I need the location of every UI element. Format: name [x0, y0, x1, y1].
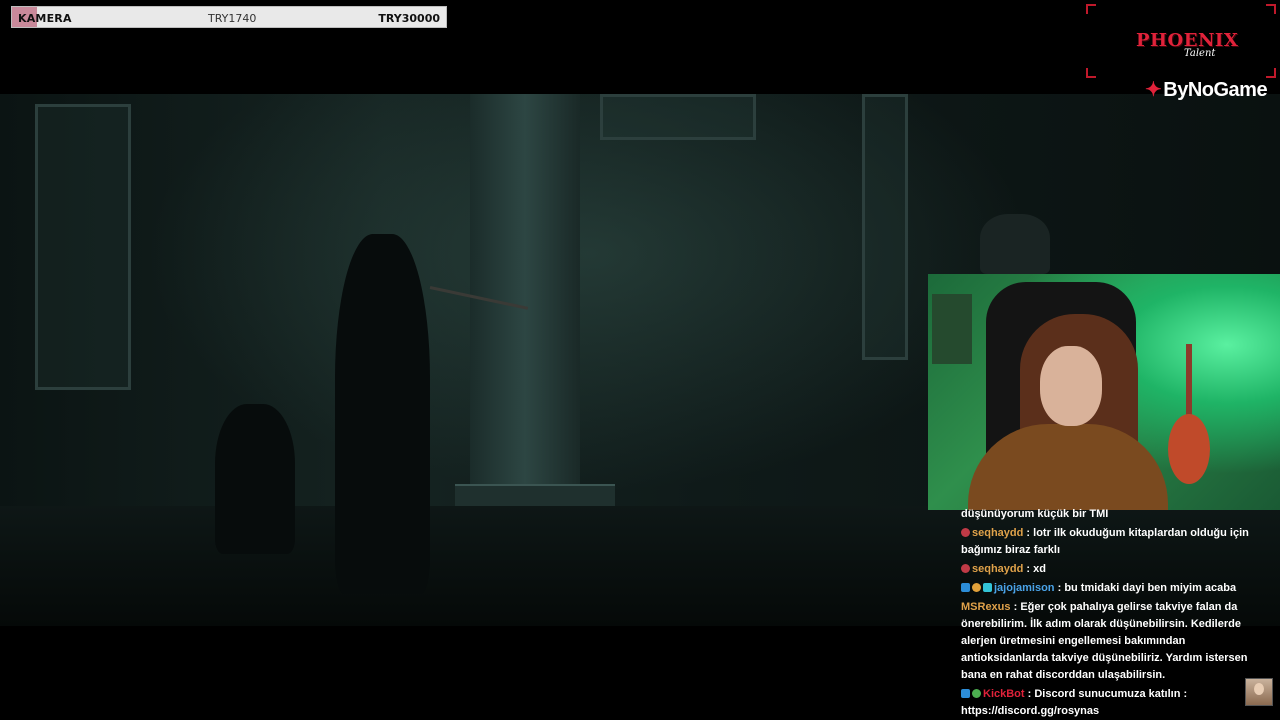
scene-figure-background: [980, 214, 1050, 274]
chat-message-list: seqhaydd : lotr ilk okuduğum kitaplardan…: [956, 524, 1276, 720]
scene-window-left: [35, 104, 131, 390]
chat-badge-icon: [961, 689, 970, 698]
phoenix-logo-subtext: Talent: [1184, 48, 1216, 59]
chat-badge-icon: [961, 528, 970, 537]
scene-figure-kneeling: [215, 404, 295, 554]
chat-badge-icon: [961, 583, 970, 592]
frame-corner: [1266, 68, 1276, 78]
chat-separator: :: [1024, 688, 1035, 700]
chat-username[interactable]: jajojamison: [994, 582, 1055, 594]
guitar-body: [1168, 414, 1210, 484]
bynogame-logo-text: ByNoGame: [1163, 79, 1268, 101]
goal-current-amount: TRY1740: [208, 12, 257, 25]
chat-overlay: düşünüyorum küçük bir TMI seqhaydd : lot…: [956, 505, 1276, 720]
donation-goal-bar: KAMERA TRY1740 TRY30000: [11, 6, 447, 28]
chat-message-text: bu tmidaki dayi ben miyim acaba: [1064, 582, 1237, 594]
frame-corner: [1086, 4, 1096, 14]
chat-message: KickBot : Discord sunucumuza katılın : h…: [956, 685, 1276, 720]
chat-separator: :: [1054, 582, 1065, 594]
webcam-shelf: [932, 294, 972, 364]
chat-message: jajojamison : bu tmidaki dayi ben miyim …: [956, 579, 1276, 598]
chat-separator: :: [1010, 601, 1021, 613]
chat-badge-icon: [983, 583, 992, 592]
chat-username[interactable]: seqhaydd: [972, 527, 1023, 539]
avatar: [1245, 678, 1273, 706]
chat-partial-line: düşünüyorum küçük bir TMI: [961, 508, 1109, 520]
scene-pillar: [470, 94, 580, 494]
chat-separator: :: [1023, 563, 1034, 575]
avatar-head: [1254, 683, 1264, 695]
scene-figure-standing: [335, 234, 430, 594]
chat-username[interactable]: MSRexus: [961, 601, 1011, 613]
guitar-neck: [1186, 344, 1192, 424]
phoenix-talent-logo: PHOENIX Talent: [1086, 4, 1276, 78]
scene-window-right: [862, 94, 908, 360]
chat-message-text: Eğer çok pahalıya gelirse takviye falan …: [961, 601, 1248, 681]
scene-window-center: [600, 94, 756, 140]
bynogame-flame-icon: ✦: [1145, 79, 1162, 101]
chat-separator: :: [1023, 527, 1034, 539]
chat-message-text: xd: [1033, 563, 1046, 575]
chat-username[interactable]: seqhaydd: [972, 563, 1023, 575]
frame-corner: [1086, 68, 1096, 78]
webcam-guitar: [1166, 344, 1212, 494]
chat-message: MSRexus : Eğer çok pahalıya gelirse takv…: [956, 598, 1276, 685]
chat-badge-icon: [961, 564, 970, 573]
frame-corner: [1266, 4, 1276, 14]
goal-target-amount: TRY30000: [378, 12, 440, 25]
chat-badge-icon: [972, 583, 981, 592]
chat-message: seqhaydd : xd: [956, 560, 1276, 579]
webcam-person-face: [1040, 346, 1102, 426]
goal-label: KAMERA: [18, 12, 72, 25]
chat-message: seqhaydd : lotr ilk okuduğum kitaplardan…: [956, 524, 1276, 560]
bynogame-logo: ✦ ByNoGame: [1145, 77, 1268, 102]
chat-username[interactable]: KickBot: [983, 688, 1025, 700]
webcam-feed: [928, 274, 1280, 510]
chat-badge-icon: [972, 689, 981, 698]
